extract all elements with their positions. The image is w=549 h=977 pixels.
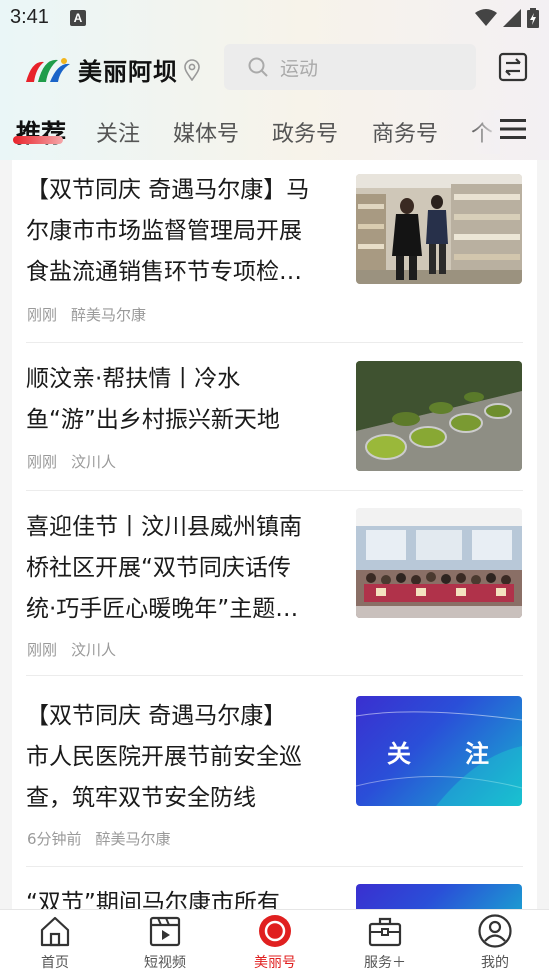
tab-media[interactable]: 媒体号 bbox=[173, 116, 239, 148]
nav-services[interactable]: 服务＋ bbox=[330, 910, 440, 977]
search-input[interactable]: 运动 bbox=[224, 44, 476, 90]
app-logo: 美丽阿坝 bbox=[24, 52, 200, 87]
news-source: 汶川人 bbox=[71, 641, 117, 659]
news-title: 顺汶亲·帮扶情丨冷水 鱼“游”出乡村振兴新天地 bbox=[26, 359, 344, 441]
group-photo bbox=[356, 508, 522, 618]
search-placeholder: 运动 bbox=[280, 57, 319, 80]
news-title-line: 查，筑牢双节安全防线 bbox=[26, 785, 256, 811]
nav-home[interactable]: 首页 bbox=[0, 910, 110, 977]
status-time: 3:41 bbox=[10, 6, 49, 28]
news-feed[interactable]: 【双节同庆 奇遇马尔康】马 尔康市市场监督管理局开展 食盐流通销售环节专项检… … bbox=[12, 160, 537, 910]
briefcase-icon bbox=[368, 917, 402, 947]
news-item[interactable]: 喜迎佳节丨汶川县威州镇南 桥社区开展“双节同庆话传 统·巧手匠心暖晚年”主题… … bbox=[12, 491, 537, 674]
news-title-line: 【双节同庆 奇遇马尔康】马 bbox=[26, 177, 310, 203]
news-title-line: “双节”期间马尔康市所有 bbox=[26, 890, 280, 910]
location-icon[interactable] bbox=[184, 58, 200, 81]
banner-follow-text: 关 注 bbox=[387, 740, 491, 768]
tabs-fade bbox=[470, 110, 500, 154]
follow-banner-partial bbox=[356, 884, 522, 910]
wifi-icon bbox=[475, 9, 497, 26]
news-item[interactable]: 【双节同庆 奇遇马尔康】 市人民医院开展节前安全巡 查，筑牢双节安全防线 6分钟… bbox=[12, 676, 537, 859]
news-time: 6分钟前 bbox=[27, 830, 82, 848]
aba-logo-icon bbox=[26, 57, 70, 82]
news-title-line: 桥社区开展“双节同庆话传 bbox=[26, 555, 291, 581]
news-meta: 6分钟前 醉美马尔康 bbox=[27, 828, 171, 849]
tab-government[interactable]: 政务号 bbox=[272, 116, 338, 148]
news-title-line: 食盐流通销售环节专项检… bbox=[26, 259, 302, 285]
nav-label: 我的 bbox=[481, 955, 509, 971]
news-title-line: 鱼“游”出乡村振兴新天地 bbox=[26, 407, 280, 433]
news-source: 汶川人 bbox=[71, 453, 117, 471]
profile-icon bbox=[478, 914, 512, 948]
fish-pond-photo bbox=[356, 361, 522, 471]
news-title: “双节”期间马尔康市所有 bbox=[26, 883, 344, 910]
news-meta: 刚刚 汶川人 bbox=[27, 451, 116, 472]
nav-label: 美丽号 bbox=[254, 955, 296, 971]
supermarket-photo bbox=[356, 174, 522, 284]
news-source: 醉美马尔康 bbox=[71, 306, 147, 324]
news-title-line: 【双节同庆 奇遇马尔康】 bbox=[26, 703, 287, 729]
news-title-line: 统·巧手匠心暖晚年”主题… bbox=[26, 596, 299, 622]
home-icon bbox=[40, 916, 70, 947]
news-title: 【双节同庆 奇遇马尔康】 市人民医院开展节前安全巡 查，筑牢双节安全防线 bbox=[26, 696, 344, 819]
news-item[interactable]: 顺汶亲·帮扶情丨冷水 鱼“游”出乡村振兴新天地 刚刚 汶川人 bbox=[12, 343, 537, 489]
news-title: 【双节同庆 奇遇马尔康】马 尔康市市场监督管理局开展 食盐流通销售环节专项检… bbox=[26, 170, 344, 293]
news-title-line: 尔康市市场监督管理局开展 bbox=[26, 218, 302, 244]
news-title-line: 市人民医院开展节前安全巡 bbox=[26, 744, 302, 770]
news-meta: 刚刚 汶川人 bbox=[27, 639, 116, 660]
search-icon bbox=[248, 57, 268, 77]
short-video-icon bbox=[149, 916, 181, 947]
notification-a-icon: A bbox=[70, 10, 86, 26]
logo-text: 美丽阿坝 bbox=[78, 58, 178, 86]
news-time: 刚刚 bbox=[27, 306, 58, 324]
follow-banner: 关 注 bbox=[356, 696, 522, 806]
bottom-navigation: 首页 短视频 美丽号 服务＋ 我的 bbox=[0, 909, 549, 977]
active-tab-indicator bbox=[13, 136, 63, 144]
status-icons bbox=[475, 8, 539, 28]
news-item[interactable]: “双节”期间马尔康市所有 bbox=[12, 867, 537, 910]
news-title-line: 喜迎佳节丨汶川县威州镇南 bbox=[26, 514, 302, 540]
nav-label: 服务＋ bbox=[364, 955, 406, 971]
nav-label: 首页 bbox=[41, 955, 69, 971]
menu-icon[interactable] bbox=[500, 118, 526, 140]
meili-icon bbox=[259, 915, 291, 947]
tab-recommend[interactable]: 推荐 bbox=[16, 114, 66, 150]
news-meta: 刚刚 醉美马尔康 bbox=[27, 304, 146, 325]
channel-tabs: 推荐 关注 媒体号 政务号 商务号 个 bbox=[0, 110, 549, 154]
news-source: 醉美马尔康 bbox=[95, 830, 171, 848]
tab-business[interactable]: 商务号 bbox=[372, 116, 438, 148]
news-title: 喜迎佳节丨汶川县威州镇南 桥社区开展“双节同庆话传 统·巧手匠心暖晚年”主题… bbox=[26, 507, 344, 630]
nav-label: 短视频 bbox=[144, 955, 186, 971]
nav-profile[interactable]: 我的 bbox=[440, 910, 549, 977]
signal-icon bbox=[503, 9, 521, 27]
nav-short-video[interactable]: 短视频 bbox=[110, 910, 220, 977]
news-time: 刚刚 bbox=[27, 453, 58, 471]
status-bar: 3:41 A bbox=[0, 0, 549, 36]
battery-icon bbox=[527, 8, 539, 28]
tab-follow[interactable]: 关注 bbox=[96, 116, 140, 148]
news-title-line: 顺汶亲·帮扶情丨冷水 bbox=[26, 366, 241, 392]
channel-edit-icon[interactable] bbox=[498, 52, 528, 82]
news-item[interactable]: 【双节同庆 奇遇马尔康】马 尔康市市场监督管理局开展 食盐流通销售环节专项检… … bbox=[12, 160, 537, 340]
nav-meili[interactable]: 美丽号 bbox=[220, 910, 330, 977]
news-time: 刚刚 bbox=[27, 641, 58, 659]
